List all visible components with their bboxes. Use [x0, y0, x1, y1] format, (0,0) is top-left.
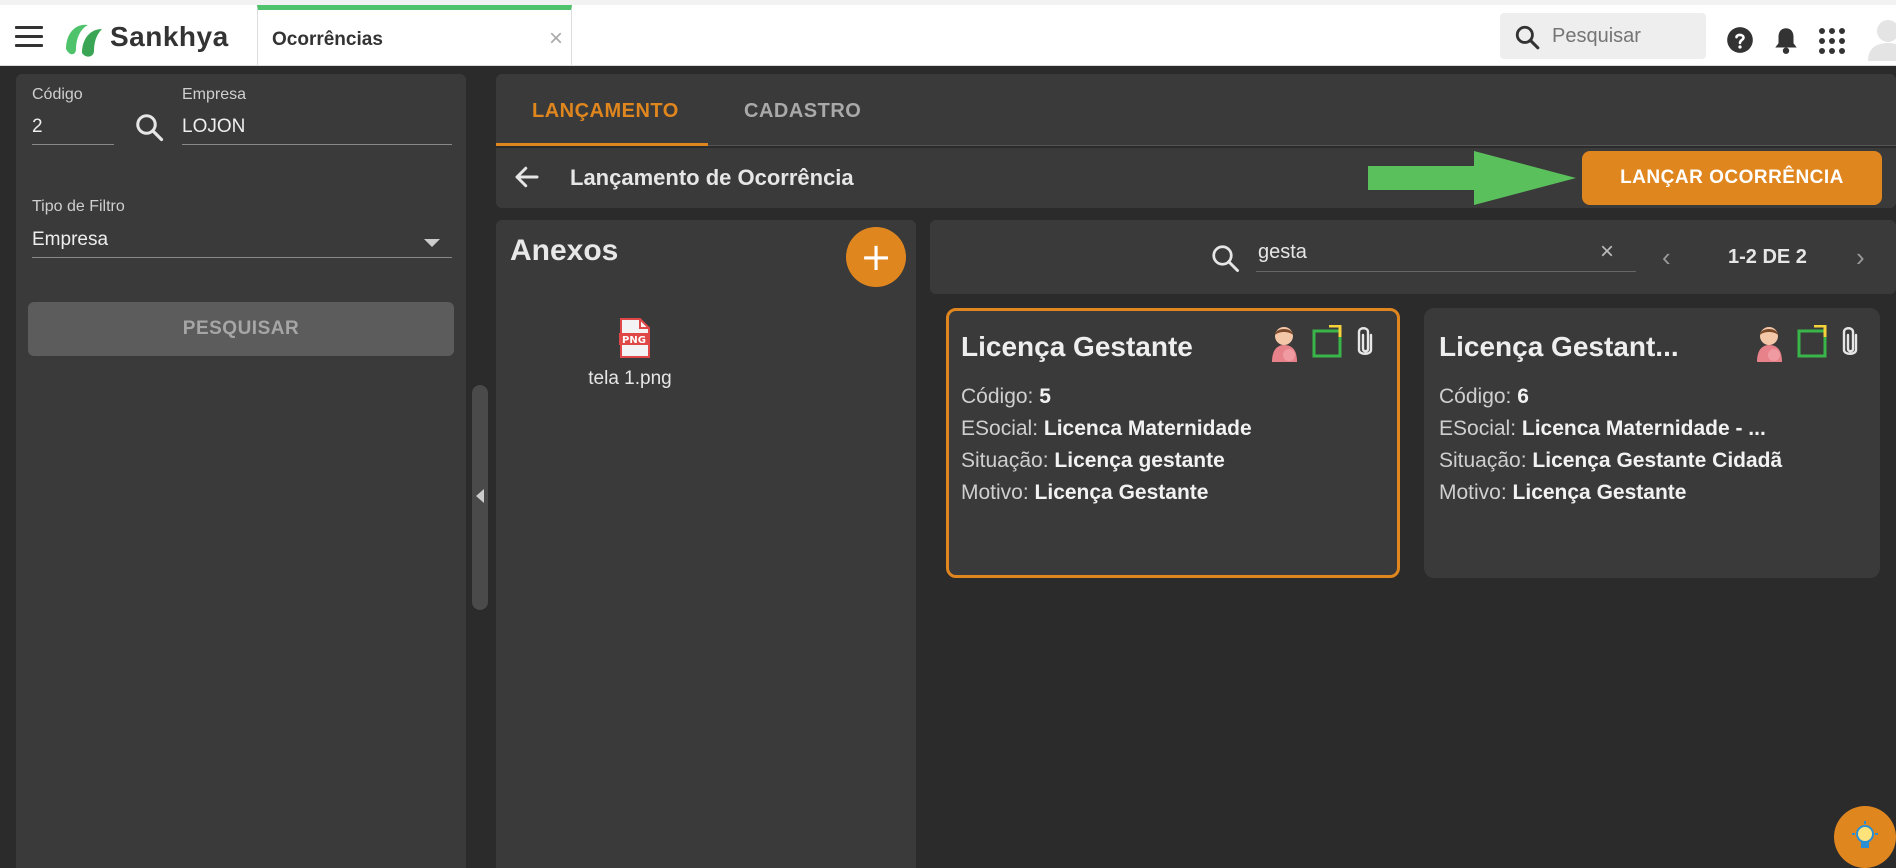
collapse-left-icon — [476, 489, 484, 503]
tipo-filtro-select[interactable]: Empresa — [32, 229, 452, 258]
add-attachment-button[interactable]: + — [846, 227, 906, 287]
top-bar: Sankhya Ocorrências × — [0, 0, 1896, 66]
card-situacao: Situação: Licença gestante — [961, 449, 1225, 473]
clear-search-icon[interactable]: × — [1600, 238, 1614, 266]
card-situacao: Situação: Licença Gestante Cidadã — [1439, 449, 1782, 473]
card-codigo-label: Código: — [1439, 385, 1512, 408]
card-esocial-value: Licenca Maternidade — [1043, 417, 1252, 440]
png-file-icon[interactable]: PNG — [618, 318, 650, 358]
list-search-input[interactable] — [1256, 234, 1636, 272]
panel-splitter-handle[interactable] — [472, 385, 488, 610]
document-icon — [1312, 325, 1342, 358]
paperclip-icon[interactable] — [1353, 325, 1377, 359]
card-esocial: ESocial: Licenca Maternidade - ... — [1439, 417, 1766, 441]
card-motivo: Motivo: Licença Gestante — [1439, 481, 1686, 505]
card-motivo-value: Licença Gestante — [1034, 481, 1209, 504]
previous-page-icon[interactable]: ‹ — [1662, 242, 1671, 273]
floating-help-button[interactable] — [1834, 806, 1896, 868]
card-title: Licença Gestant... — [1439, 331, 1679, 362]
card-codigo-value: 5 — [1039, 385, 1051, 408]
card-codigo-value: 6 — [1517, 385, 1529, 408]
global-search-input[interactable] — [1552, 23, 1692, 49]
card-situacao-value: Licença gestante — [1054, 449, 1225, 472]
empresa-label: Empresa — [182, 86, 247, 103]
list-search-bar: × ‹ 1-2 DE 2 › — [930, 220, 1896, 294]
png-file-type-label: PNG — [622, 335, 646, 346]
codigo-label: Código — [32, 86, 83, 103]
card-motivo-value: Licença Gestante — [1512, 481, 1687, 504]
tab-ocorrencias-label: Ocorrências — [272, 29, 383, 50]
card-situacao-label: Situação: — [1439, 449, 1527, 472]
paperclip-icon[interactable] — [1838, 325, 1862, 359]
card-esocial-label: ESocial: — [961, 417, 1039, 440]
chevron-down-icon — [424, 239, 440, 247]
card-esocial: ESocial: Licenca Maternidade — [961, 417, 1252, 441]
close-tab-icon[interactable]: × — [549, 25, 563, 53]
card-situacao-value: Licença Gestante Cidadã — [1532, 449, 1783, 472]
back-arrow-icon[interactable] — [512, 162, 542, 192]
filter-panel: Código 2 Empresa LOJON Tipo de Filtro Em… — [16, 74, 466, 868]
active-tab-indicator — [496, 143, 708, 146]
card-codigo: Código: 6 — [1439, 385, 1529, 409]
lancar-ocorrencia-button[interactable]: LANÇAR OCORRÊNCIA — [1582, 151, 1882, 205]
help-icon[interactable] — [1726, 26, 1754, 54]
ocorrencia-card[interactable]: Licença Gestant... Código: 6 ESocial: Li… — [1424, 308, 1880, 578]
card-icons — [1267, 325, 1377, 363]
next-page-icon[interactable]: › — [1856, 242, 1865, 273]
card-title: Licença Gestante — [961, 331, 1193, 362]
search-icon[interactable] — [134, 112, 164, 142]
search-icon — [1515, 25, 1540, 50]
card-esocial-label: ESocial: — [1439, 417, 1517, 440]
anexos-title: Anexos — [510, 234, 619, 267]
page-title: Lançamento de Ocorrência — [570, 165, 854, 190]
notification-bell-icon[interactable] — [1773, 25, 1799, 55]
tab-lancamento[interactable]: LANÇAMENTO — [532, 100, 679, 123]
tabs-bar: LANÇAMENTO CADASTRO — [496, 74, 1896, 146]
search-icon — [1212, 245, 1239, 272]
tab-ocorrencias[interactable]: Ocorrências × — [257, 5, 572, 66]
card-esocial-value: Licenca Maternidade - ... — [1521, 417, 1766, 440]
anexos-panel: Anexos + PNG tela 1.png — [496, 220, 916, 868]
attachment-file-name[interactable]: tela 1.png — [556, 368, 704, 390]
sankhya-logo-icon — [66, 24, 102, 57]
card-situacao-label: Situação: — [961, 449, 1049, 472]
lightbulb-icon — [1852, 821, 1878, 848]
user-avatar-icon[interactable] — [1866, 17, 1896, 61]
empresa-input[interactable]: LOJON — [182, 116, 452, 145]
document-icon — [1797, 325, 1827, 358]
title-bar: Lançamento de Ocorrência LANÇAR OCORRÊNC… — [496, 148, 1896, 208]
global-search[interactable] — [1500, 13, 1706, 59]
codigo-input[interactable]: 2 — [32, 116, 114, 145]
pregnant-woman-icon — [1757, 327, 1782, 362]
tipo-filtro-value: Empresa — [32, 229, 109, 250]
card-icons — [1752, 325, 1862, 363]
ocorrencia-card[interactable]: Licença Gestante Código: 5 ESocial: Lice… — [946, 308, 1400, 578]
tab-cadastro[interactable]: CADASTRO — [744, 100, 861, 123]
apps-grid-icon[interactable] — [1818, 27, 1846, 55]
green-pointer-arrow-icon — [1368, 151, 1576, 205]
hamburger-menu-icon[interactable] — [15, 26, 43, 48]
pagination-count: 1-2 DE 2 — [1728, 246, 1807, 268]
card-motivo-label: Motivo: — [1439, 481, 1507, 504]
card-motivo: Motivo: Licença Gestante — [961, 481, 1208, 505]
pregnant-woman-icon — [1272, 327, 1297, 362]
brand-name: Sankhya — [110, 21, 229, 52]
pesquisar-button[interactable]: PESQUISAR — [28, 302, 454, 356]
card-codigo-label: Código: — [961, 385, 1034, 408]
card-motivo-label: Motivo: — [961, 481, 1029, 504]
tipo-filtro-label: Tipo de Filtro — [32, 198, 125, 215]
card-codigo: Código: 5 — [961, 385, 1051, 409]
